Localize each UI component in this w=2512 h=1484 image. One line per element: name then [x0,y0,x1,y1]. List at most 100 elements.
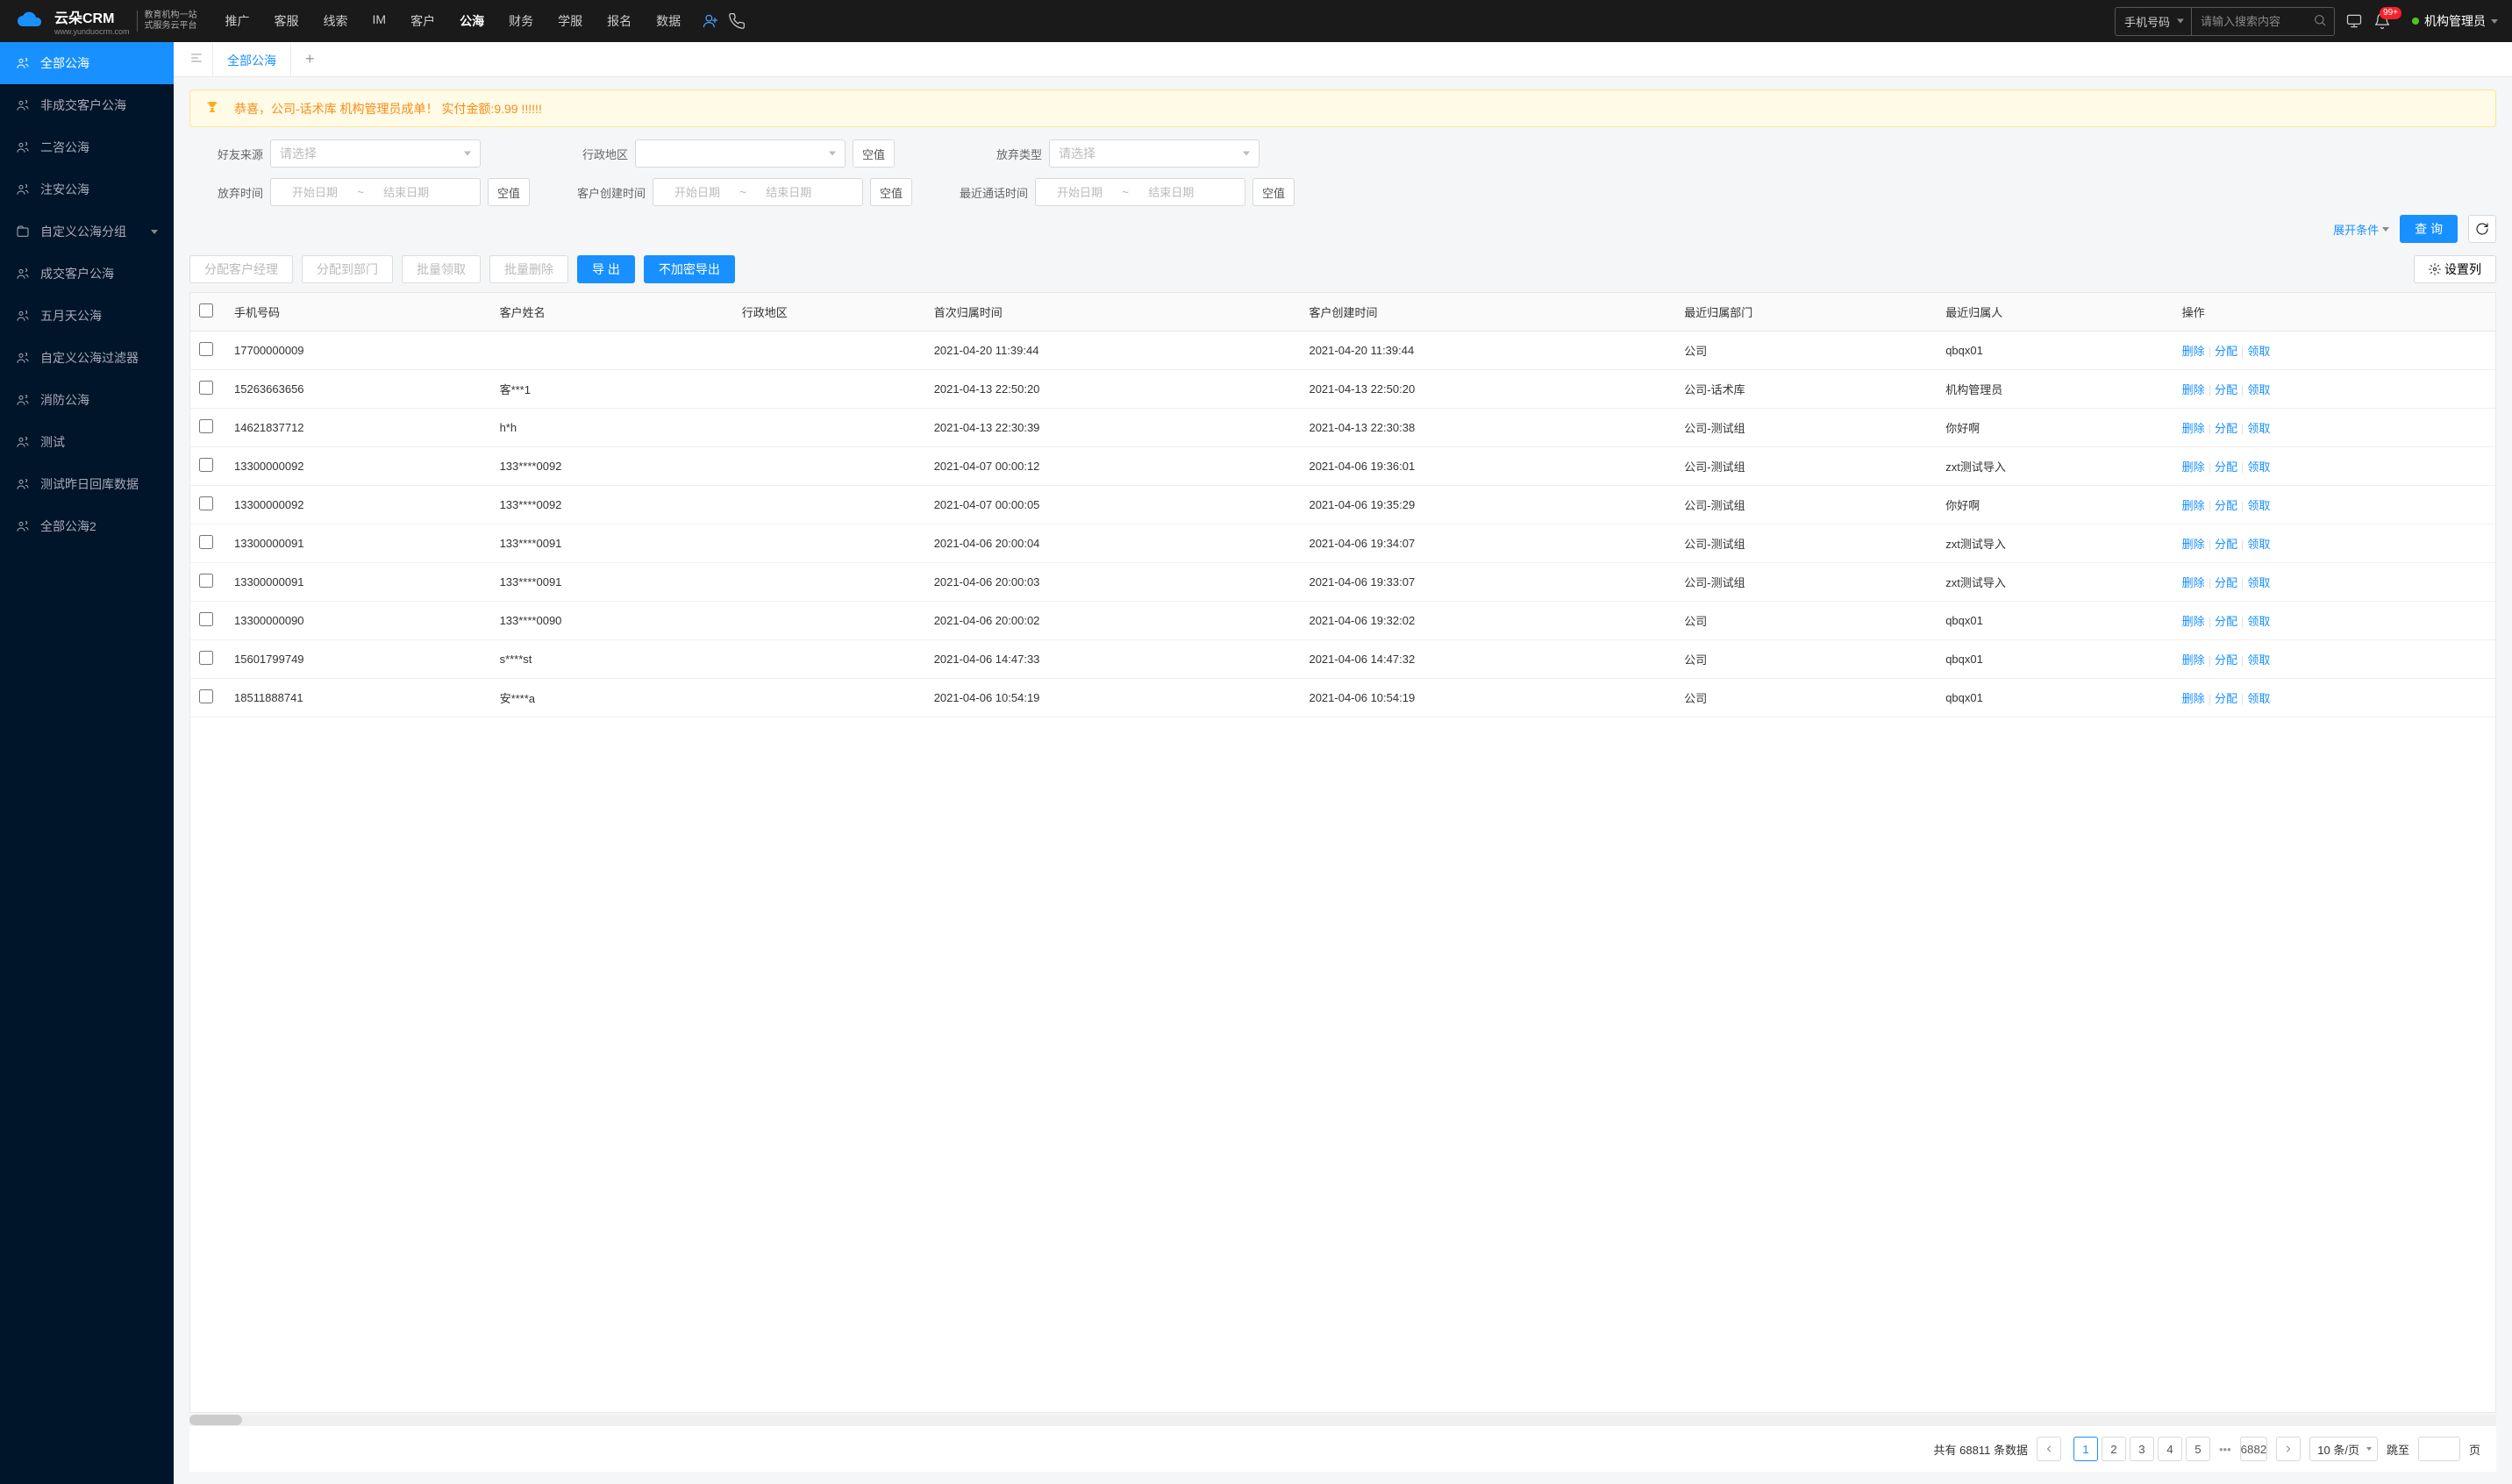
lastcall-start-input[interactable] [1045,186,1115,199]
row-claim-link[interactable]: 领取 [2247,422,2270,435]
row-assign-link[interactable]: 分配 [2215,576,2237,589]
row-assign-link[interactable]: 分配 [2215,653,2237,667]
search-button[interactable] [2306,10,2334,33]
row-claim-link[interactable]: 领取 [2247,383,2270,396]
add-user-icon[interactable] [702,12,719,30]
nav-item-2[interactable]: 线索 [313,2,359,40]
bell-icon[interactable]: 99+ [2373,12,2391,30]
lastcall-empty-button[interactable]: 空值 [1252,178,1295,206]
row-checkbox[interactable] [199,342,213,356]
nav-item-7[interactable]: 学服 [547,2,593,40]
create-time-range[interactable]: ~ [653,178,863,206]
sidebar-item-5[interactable]: 成交客户公海 [0,253,174,295]
row-delete-link[interactable]: 删除 [2182,692,2205,705]
refresh-button[interactable] [2468,215,2496,243]
logo[interactable]: 云朵CRM www.yunduocrm.com 教育机构一站 式服务云平台 [14,6,197,36]
batch-delete-button[interactable]: 批量删除 [489,255,568,283]
row-checkbox[interactable] [199,419,213,433]
row-assign-link[interactable]: 分配 [2215,538,2237,551]
row-claim-link[interactable]: 领取 [2247,692,2270,705]
row-checkbox[interactable] [199,689,213,703]
sidebar-item-7[interactable]: 自定义公海过滤器 [0,337,174,379]
pager-next[interactable] [2276,1437,2301,1461]
nav-item-8[interactable]: 报名 [596,2,642,40]
nav-item-5[interactable]: 公海 [449,2,495,40]
create-empty-button[interactable]: 空值 [870,178,912,206]
row-delete-link[interactable]: 删除 [2182,460,2205,474]
sidebar-item-8[interactable]: 消防公海 [0,379,174,421]
create-start-input[interactable] [662,186,732,199]
source-select[interactable]: 请选择 [270,139,481,168]
abandon-end-input[interactable] [371,186,441,199]
pager-prev[interactable] [2037,1437,2061,1461]
pager-last[interactable]: 6882 [2240,1437,2268,1461]
last-call-range[interactable]: ~ [1035,178,1245,206]
row-checkbox[interactable] [199,381,213,395]
sidebar-item-11[interactable]: 全部公海2 [0,505,174,547]
assign-dept-button[interactable]: 分配到部门 [302,255,393,283]
pager-page-4[interactable]: 4 [2158,1437,2182,1461]
pager-page-5[interactable]: 5 [2186,1437,2210,1461]
row-assign-link[interactable]: 分配 [2215,615,2237,628]
row-checkbox[interactable] [199,535,213,549]
row-claim-link[interactable]: 领取 [2247,576,2270,589]
row-delete-link[interactable]: 删除 [2182,345,2205,358]
search-button[interactable]: 查 询 [2400,215,2458,243]
row-delete-link[interactable]: 删除 [2182,383,2205,396]
row-delete-link[interactable]: 删除 [2182,653,2205,667]
row-assign-link[interactable]: 分配 [2215,460,2237,474]
sidebar-item-4[interactable]: 自定义公海分组 [0,210,174,253]
set-columns-button[interactable]: 设置列 [2414,255,2496,283]
pager-page-2[interactable]: 2 [2102,1437,2126,1461]
pager-page-1[interactable]: 1 [2073,1437,2098,1461]
row-checkbox[interactable] [199,458,213,472]
sidebar-item-6[interactable]: 五月天公海 [0,295,174,337]
row-assign-link[interactable]: 分配 [2215,383,2237,396]
nav-item-3[interactable]: IM [362,2,397,40]
expand-filters-link[interactable]: 展开条件 [2333,221,2389,238]
abandon-empty-button[interactable]: 空值 [488,178,530,206]
sidebar-item-0[interactable]: 全部公海 [0,42,174,84]
row-delete-link[interactable]: 删除 [2182,615,2205,628]
row-checkbox[interactable] [199,496,213,510]
batch-claim-button[interactable]: 批量领取 [402,255,481,283]
assign-mgr-button[interactable]: 分配客户经理 [189,255,293,283]
row-assign-link[interactable]: 分配 [2215,692,2237,705]
tab-add-button[interactable]: + [291,50,329,68]
abandon-time-range[interactable]: ~ [270,178,481,206]
sidebar-item-1[interactable]: 非成交客户公海 [0,84,174,126]
sidebar-item-10[interactable]: 测试昨日回库数据 [0,463,174,505]
row-claim-link[interactable]: 领取 [2247,653,2270,667]
pager-page-3[interactable]: 3 [2130,1437,2154,1461]
sidebar-item-3[interactable]: 注安公海 [0,168,174,210]
row-assign-link[interactable]: 分配 [2215,345,2237,358]
nav-item-6[interactable]: 财务 [498,2,544,40]
lastcall-end-input[interactable] [1136,186,1206,199]
select-all-checkbox[interactable] [199,303,213,317]
search-input[interactable] [2192,10,2306,33]
row-assign-link[interactable]: 分配 [2215,422,2237,435]
search-type-select[interactable]: 手机号码 [2116,8,2192,35]
sidebar-item-9[interactable]: 测试 [0,421,174,463]
region-select[interactable] [635,139,846,168]
nav-item-1[interactable]: 客服 [264,2,310,40]
row-claim-link[interactable]: 领取 [2247,345,2270,358]
page-size-select[interactable]: 10 条/页 [2309,1437,2378,1461]
row-claim-link[interactable]: 领取 [2247,499,2270,512]
tab-toggle-icon[interactable] [181,46,212,73]
row-delete-link[interactable]: 删除 [2182,499,2205,512]
user-menu[interactable]: 机构管理员 [2401,12,2498,30]
row-checkbox[interactable] [199,574,213,588]
tab-all-sea[interactable]: 全部公海 [212,42,291,77]
row-delete-link[interactable]: 删除 [2182,422,2205,435]
row-delete-link[interactable]: 删除 [2182,576,2205,589]
pager-jump-input[interactable] [2418,1437,2460,1461]
row-claim-link[interactable]: 领取 [2247,538,2270,551]
create-end-input[interactable] [753,186,824,199]
export-plain-button[interactable]: 不加密导出 [644,255,735,283]
row-claim-link[interactable]: 领取 [2247,615,2270,628]
region-empty-button[interactable]: 空值 [853,139,895,168]
abandon-type-select[interactable]: 请选择 [1049,139,1260,168]
nav-item-9[interactable]: 数据 [646,2,691,40]
abandon-start-input[interactable] [280,186,350,199]
